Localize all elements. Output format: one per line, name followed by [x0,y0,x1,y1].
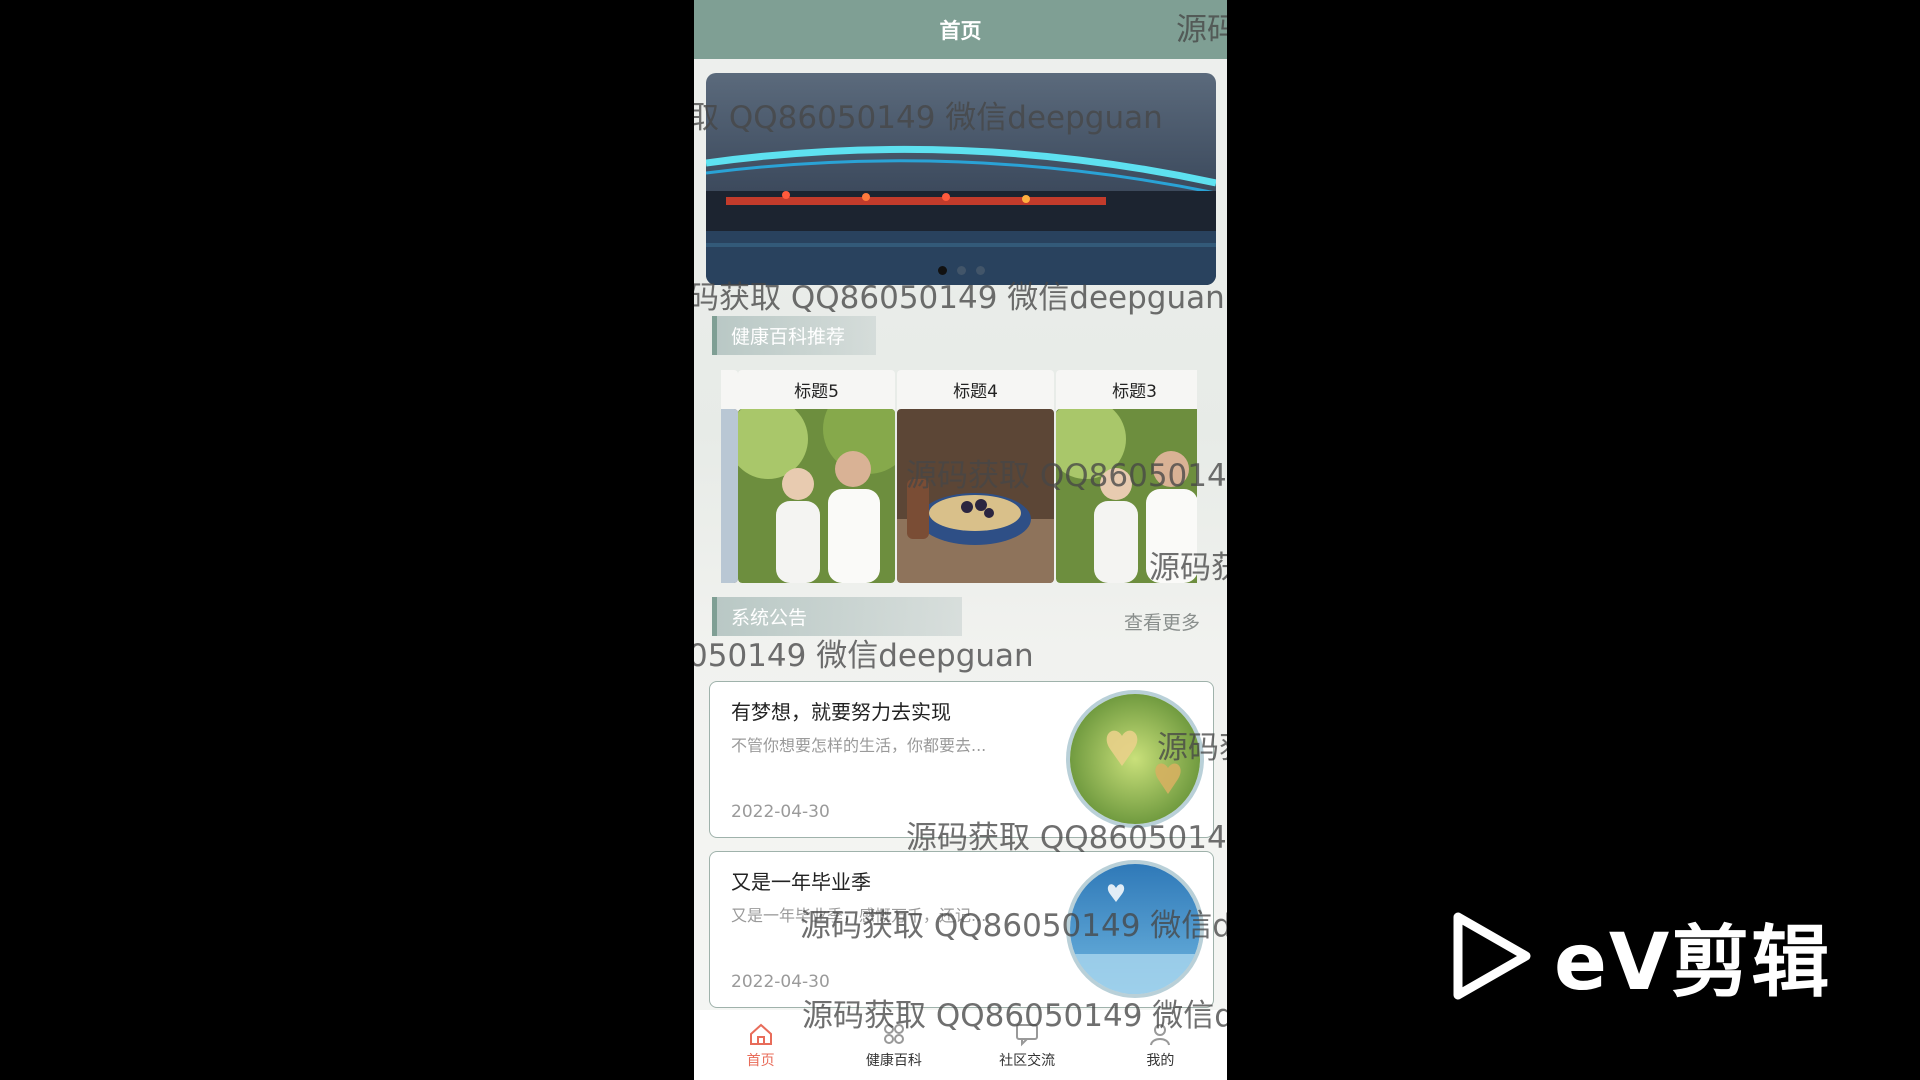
notice-thumbnail [1066,860,1204,998]
notice-title: 有梦想，就要努力去实现 [731,700,951,724]
carousel-dot[interactable] [975,266,985,275]
health-recommend-list[interactable]: 标题5 标题4 标题3 [721,370,1197,583]
recommend-card[interactable]: 标题3 [1056,370,1197,583]
health-section-heading: 健康百科推荐 [712,316,876,355]
recommend-title: 标题5 [794,382,839,402]
watermark-text: 050149 微信deepguan [694,638,1034,674]
encyclopedia-icon [883,1024,904,1044]
recommend-card[interactable]: 标题4 [897,370,1054,583]
ev-editor-logo: eV剪辑 [1450,900,1831,1012]
view-more-link[interactable]: 查看更多 [1124,608,1200,635]
notice-card[interactable]: 有梦想，就要努力去实现 不管你想要怎样的生活，你都要去... 2022-04-3… [709,681,1214,838]
tab-label: 健康百科 [865,1053,922,1069]
notice-desc: 不管你想要怎样的生活，你都要去... [731,736,987,755]
recommend-title: 标题4 [953,382,998,402]
play-logo-icon [1453,912,1531,1000]
recommend-image [1056,409,1197,583]
notice-desc: 又是一年毕业季，感慨万千，还记... [731,906,987,925]
notice-date: 2022-04-30 [731,802,830,822]
carousel-dot[interactable] [956,266,966,275]
phone-screen: 首页 健康百科推荐 标题5 标题4 标题3 系统公告 查看更多 有梦想，就要努力… [694,0,1227,1080]
home-icon [749,1023,772,1045]
section-title: 系统公告 [731,607,808,629]
notice-thumbnail [1066,690,1204,828]
carousel-dot[interactable] [937,266,947,275]
tab-label: 首页 [746,1053,775,1069]
recommend-title: 标题3 [1112,382,1157,402]
recommend-image [721,409,738,583]
notice-card[interactable]: 又是一年毕业季 又是一年毕业季，感慨万千，还记... 2022-04-30 [709,851,1214,1008]
top-bar: 首页 [694,0,1227,59]
user-icon [1150,1024,1171,1046]
notice-section-heading: 系统公告 [712,597,962,636]
recommend-card[interactable] [721,370,738,583]
recommend-image [897,409,1054,583]
tab-label: 我的 [1146,1053,1175,1069]
tab-home[interactable]: 首页 [694,1010,827,1080]
tab-mine[interactable]: 我的 [1094,1010,1227,1080]
chat-icon [1016,1024,1039,1047]
page-title: 首页 [939,18,982,43]
bottom-tab-bar: 首页 健康百科 社区交流 我的 [694,1010,1227,1080]
recommend-card[interactable]: 标题5 [738,370,895,583]
carousel-dots[interactable] [706,266,1216,275]
tab-label: 社区交流 [999,1053,1056,1069]
notice-title: 又是一年毕业季 [731,870,871,894]
tab-encyclopedia[interactable]: 健康百科 [827,1010,960,1080]
tab-community[interactable]: 社区交流 [961,1010,1094,1080]
banner-carousel[interactable] [706,73,1216,285]
banner-image [706,73,1216,285]
notice-date: 2022-04-30 [731,972,830,992]
ev-brand-text: eV剪辑 [1554,918,1832,1008]
section-title: 健康百科推荐 [731,326,846,348]
recommend-image [738,409,895,583]
